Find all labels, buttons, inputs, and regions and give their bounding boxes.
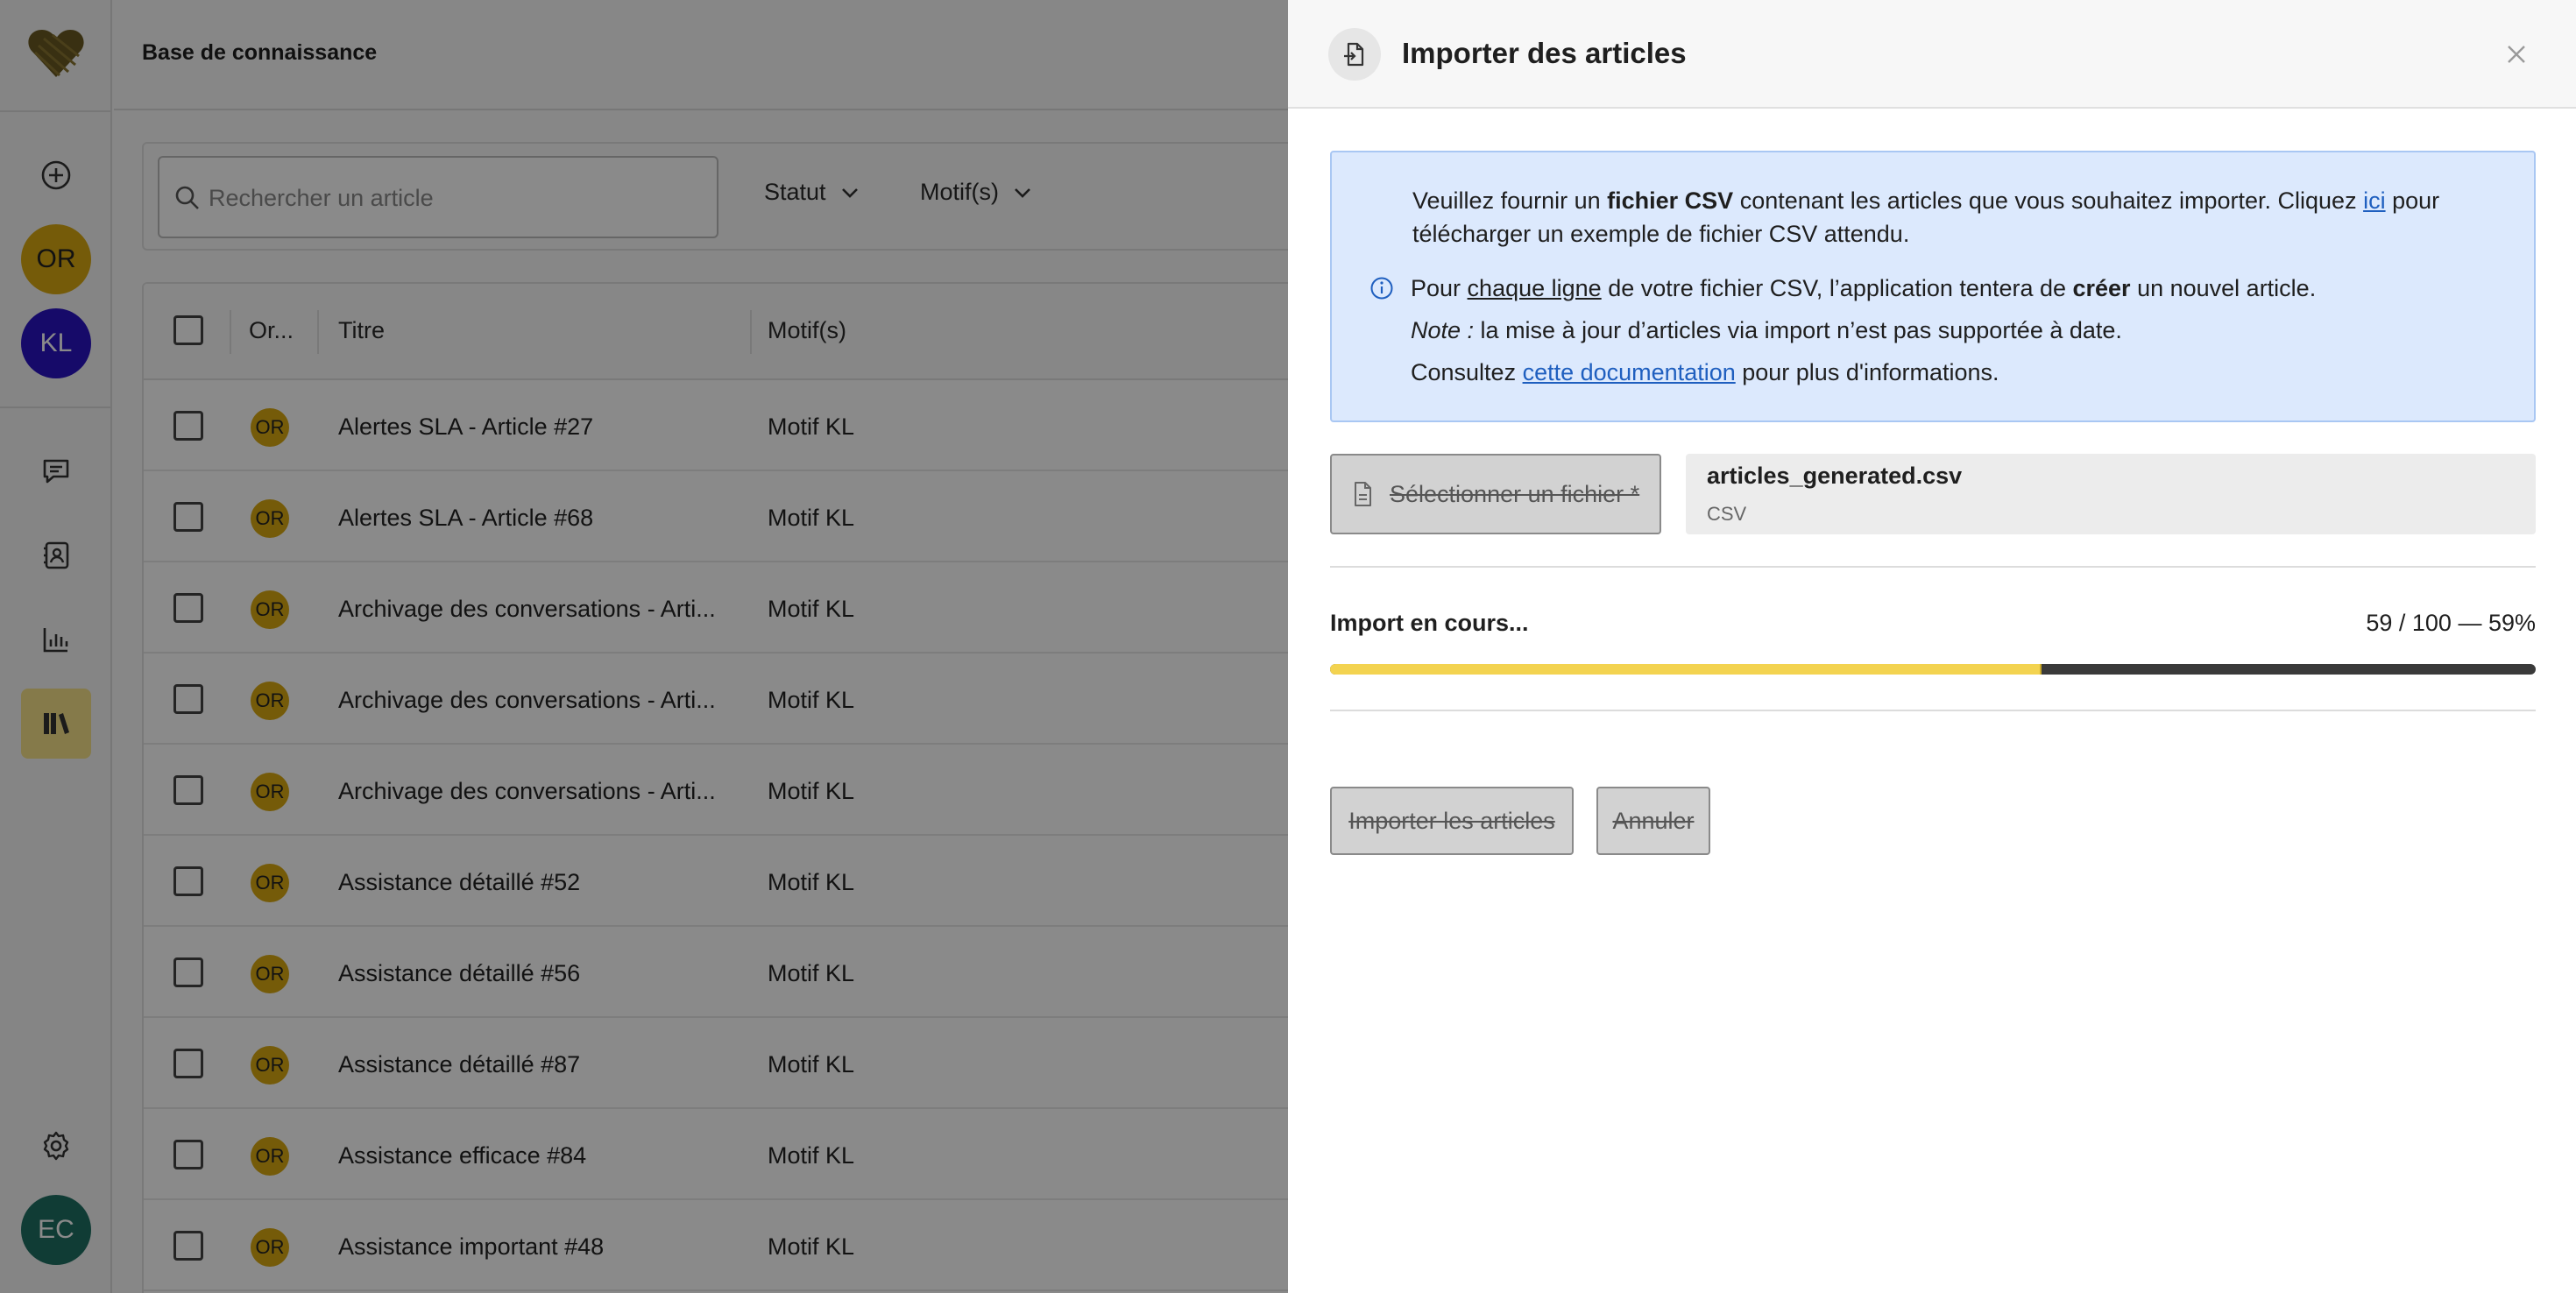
info-text: chaque ligne bbox=[1467, 275, 1602, 301]
file-icon bbox=[1355, 482, 1371, 506]
info-text: de votre fichier CSV, l’application tent… bbox=[1601, 275, 2073, 301]
info-line: Pour chaque ligne de votre fichier CSV, … bbox=[1411, 272, 2316, 305]
close-icon[interactable] bbox=[2495, 33, 2537, 75]
example-download-link[interactable]: ici bbox=[2363, 187, 2386, 214]
file-name: articles_generated.csv bbox=[1707, 463, 1963, 489]
info-text: la mise à jour d’articles via import n’e… bbox=[1474, 317, 2122, 343]
info-line: télécharger un exemple de fichier CSV at… bbox=[1412, 217, 1909, 251]
select-file-button[interactable]: Sélectionner un fichier * bbox=[1330, 454, 1661, 534]
info-line: Note : la mise à jour d’articles via imp… bbox=[1411, 314, 2122, 347]
file-type: CSV bbox=[1707, 503, 1747, 525]
progress-bar bbox=[1330, 664, 2536, 675]
modal-overlay[interactable] bbox=[0, 0, 1288, 1293]
info-callout: Veuillez fournir un fichier CSV contenan… bbox=[1330, 151, 2536, 422]
select-file-label: Sélectionner un fichier * bbox=[1390, 480, 1640, 507]
info-text: fichier CSV bbox=[1607, 187, 1734, 214]
info-text: Pour bbox=[1411, 275, 1468, 301]
info-text: contenant les articles que vous souhaite… bbox=[1733, 187, 2364, 214]
info-text: télécharger un exemple de fichier CSV at… bbox=[1412, 221, 1910, 247]
info-line: Consultez cette documentation pour plus … bbox=[1411, 356, 1999, 389]
file-import-icon bbox=[1328, 28, 1381, 81]
progress-fill bbox=[1330, 664, 2042, 675]
info-text: Consultez bbox=[1411, 359, 1523, 385]
drawer-title: Importer des articles bbox=[1402, 37, 1687, 69]
cancel-button[interactable]: Annuler bbox=[1596, 787, 1710, 855]
drawer-header: Importer des articles bbox=[1288, 0, 2576, 109]
import-articles-button[interactable]: Importer les articles bbox=[1330, 787, 1574, 855]
selected-file-card: articles_generated.csv CSV bbox=[1686, 454, 2536, 534]
info-text: créer bbox=[2072, 275, 2131, 301]
info-text: pour bbox=[2385, 187, 2440, 214]
info-text: Note : bbox=[1411, 317, 1475, 343]
info-text: un nouvel article. bbox=[2130, 275, 2317, 301]
import-drawer: Importer des articles Veuillez fournir u… bbox=[1288, 0, 2576, 1293]
info-text: pour plus d'informations. bbox=[1735, 359, 1999, 385]
info-icon bbox=[1370, 277, 1393, 300]
info-text: Veuillez fournir un bbox=[1412, 187, 1608, 214]
progress-label: Import en cours... bbox=[1330, 610, 1529, 636]
divider bbox=[1330, 710, 2536, 711]
progress-count: 59 / 100 — 59% bbox=[2366, 610, 2536, 636]
divider bbox=[1330, 566, 2536, 568]
info-line: Veuillez fournir un fichier CSV contenan… bbox=[1412, 184, 2439, 217]
documentation-link[interactable]: cette documentation bbox=[1523, 359, 1736, 385]
